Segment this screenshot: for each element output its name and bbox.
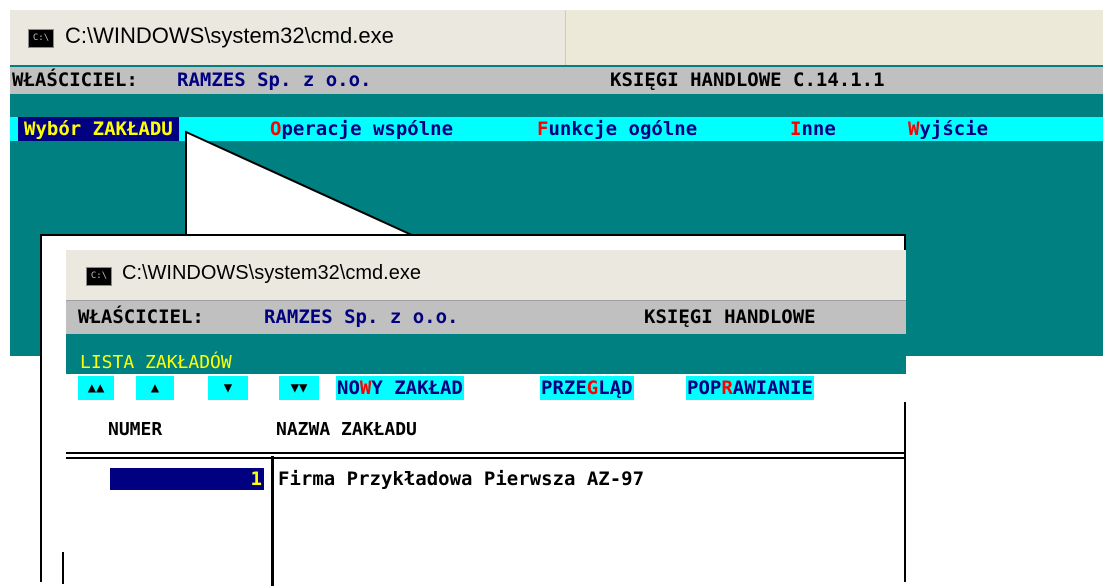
app-name: KSIĘGI HANDLOWE	[644, 306, 816, 328]
browse-button[interactable]: PRZEGLĄD	[540, 376, 634, 400]
table-row[interactable]: 1 Firma Przykładowa Pierwsza AZ-97	[66, 466, 906, 492]
app-name: KSIĘGI HANDLOWE C.14.1.1	[610, 69, 885, 91]
menu-bar: Wybór ZAKŁADU Operacje wspólne Funkcje o…	[10, 117, 1103, 141]
list-title-bar: LISTA ZAKŁADÓW	[66, 352, 906, 374]
teal-band	[66, 334, 906, 352]
window-title: C:\WINDOWS\system32\cmd.exe	[122, 262, 421, 284]
header-separator-bottom	[66, 457, 906, 459]
previous-button[interactable]: ▲	[136, 376, 174, 400]
owner-label: WŁAŚCICIEL:	[12, 69, 138, 91]
menu-item-inne[interactable]: Inne	[790, 117, 836, 141]
title-bar-extension[interactable]	[565, 10, 1103, 65]
row-number[interactable]: 1	[110, 468, 264, 490]
menu-item-wyjscie[interactable]: Wyjście	[908, 117, 988, 141]
row-company-name: Firma Przykładowa Pierwsza AZ-97	[278, 468, 645, 490]
status-line: WŁAŚCICIEL: RAMZES Sp. z o.o. KSIĘGI HAN…	[10, 67, 1103, 94]
first-page-button[interactable]: ▲▲	[78, 376, 114, 400]
last-page-button[interactable]: ▼▼	[279, 376, 319, 400]
header-separator-top	[66, 452, 906, 454]
menu-item-funkcje-ogolne[interactable]: Funkcje ogólne	[537, 117, 697, 141]
left-border-rule	[62, 552, 64, 584]
edit-button[interactable]: POPRAWIANIE	[686, 376, 814, 400]
console-icon: C:\	[28, 29, 54, 48]
status-line: WŁAŚCICIEL: RAMZES Sp. z o.o. KSIĘGI HAN…	[66, 300, 906, 334]
window-title: C:\WINDOWS\system32\cmd.exe	[65, 23, 394, 48]
next-button[interactable]: ▼	[208, 376, 248, 400]
console-icon: C:\	[86, 267, 112, 286]
list-title: LISTA ZAKŁADÓW	[80, 352, 232, 373]
header-numer: NUMER	[108, 419, 163, 440]
owner-name: RAMZES Sp. z o.o.	[177, 69, 372, 91]
title-bar[interactable]: C:\ C:\WINDOWS\system32\cmd.exe	[66, 250, 906, 300]
new-company-button[interactable]: NOWY ZAKŁAD	[336, 376, 464, 400]
owner-label: WŁAŚCICIEL:	[78, 306, 204, 328]
column-headers: NUMER NAZWA ZAKŁADU	[66, 418, 906, 442]
column-divider	[271, 456, 274, 586]
menu-item-wybor-zakladu[interactable]: Wybór ZAKŁADU	[18, 117, 179, 141]
command-bar: ▲▲ ▲ ▼ ▼▼ NOWY ZAKŁAD PRZEGLĄD POPRAWIAN…	[66, 374, 906, 402]
menu-item-operacje-wspolne[interactable]: Operacje wspólne	[270, 117, 453, 141]
title-bar[interactable]: C:\ C:\WINDOWS\system32\cmd.exe	[10, 10, 565, 65]
owner-name: RAMZES Sp. z o.o.	[264, 306, 459, 328]
console-window-zoomed: C:\ C:\WINDOWS\system32\cmd.exe WŁAŚCICI…	[40, 234, 906, 586]
header-nazwa: NAZWA ZAKŁADU	[276, 419, 417, 440]
